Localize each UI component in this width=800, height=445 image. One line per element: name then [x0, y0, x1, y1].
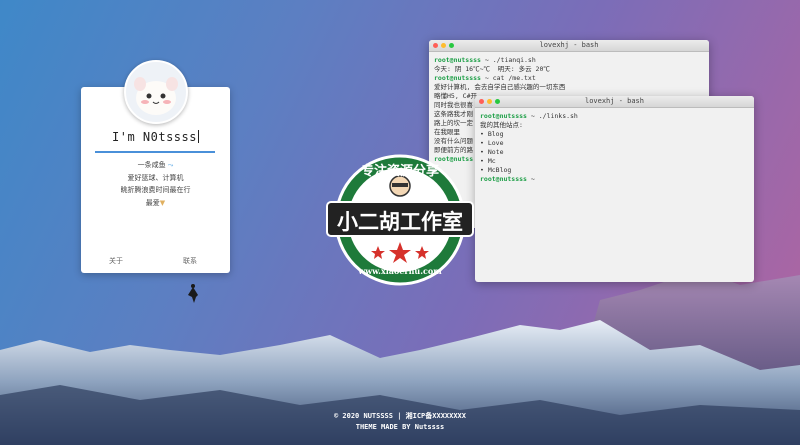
terminal-titlebar[interactable]: lovexhj - bash	[475, 96, 754, 108]
avatar[interactable]	[124, 60, 188, 124]
terminal-command: ~ ./links.sh	[526, 112, 578, 120]
cartoon-face-icon	[134, 77, 178, 115]
terminal-window-links[interactable]: lovexhj - bash root@nutssss ~ ./links.sh…	[475, 96, 754, 282]
bio-line: 最爱	[145, 198, 160, 207]
watermark-badge: 专注资源分享 小二胡工作室 www.xiaoerhu.com	[325, 150, 475, 290]
terminal-prompt: root@nutssss	[434, 74, 481, 82]
link-item-mcblog[interactable]: • McBlog	[480, 166, 749, 175]
watermark-url-text: www.xiaoerhu.com	[358, 266, 442, 276]
profile-name: I'm N0tssss	[81, 130, 230, 144]
fish-icon: ⤳	[165, 161, 174, 169]
terminal-command: ~ cat /me.txt	[480, 74, 536, 82]
bio-line: 一条咸鱼	[137, 161, 166, 169]
contact-link[interactable]: 联系	[183, 256, 197, 266]
terminal-title: lovexhj - bash	[584, 97, 644, 105]
link-item-love[interactable]: • Love	[480, 139, 749, 148]
terminal-titlebar[interactable]: lovexhj - bash	[429, 40, 709, 52]
terminal-prompt: root@nutssss	[434, 56, 481, 64]
text-cursor	[197, 130, 199, 143]
footer-copyright: © 2020 NUTSSSS | 湘ICP备XXXXXXXX	[333, 412, 466, 420]
terminal-title: lovexhj - bash	[539, 41, 599, 49]
paraglider-icon	[188, 284, 198, 303]
profile-bio: 一条咸鱼 ⤳ 爱好篮球、计算机 眺折腾浪费时间最在行 最爱▼	[81, 159, 230, 209]
terminal-line: 爱好计算机, 会去自学自己感兴趣的一切东西	[434, 83, 566, 91]
watermark-main-text: 小二胡工作室	[337, 210, 463, 234]
name-underline	[95, 151, 215, 153]
watermark-top-text: 专注资源分享	[360, 164, 439, 179]
terminal-line: 我的其他站点:	[480, 121, 523, 129]
about-link[interactable]: 关于	[109, 256, 123, 266]
terminal-prompt: root@nutssss	[480, 175, 527, 183]
bio-line: 眺折腾浪费时间最在行	[120, 186, 191, 194]
terminal-line: 今天: 阴 16℃~℃ 明天: 多云 20℃	[434, 65, 550, 73]
bio-line: 爱好篮球、计算机	[127, 173, 184, 182]
link-item-mc[interactable]: • Mc	[480, 157, 749, 166]
link-item-note[interactable]: • Note	[480, 148, 749, 157]
terminal-command: ~ ./tianqi.sh	[480, 56, 536, 64]
terminal-output: root@nutssss ~ ./links.sh 我的其他站点: • Blog…	[475, 108, 754, 188]
profile-name-text: I'm N0tssss	[112, 130, 197, 144]
footer-credit: THEME MADE BY Nutssss	[355, 423, 445, 431]
link-item-blog[interactable]: • Blog	[480, 130, 749, 139]
terminal-command: ~	[526, 175, 535, 183]
terminal-prompt: root@nutssss	[480, 112, 527, 120]
ice-cream-icon: ▼	[159, 198, 166, 207]
